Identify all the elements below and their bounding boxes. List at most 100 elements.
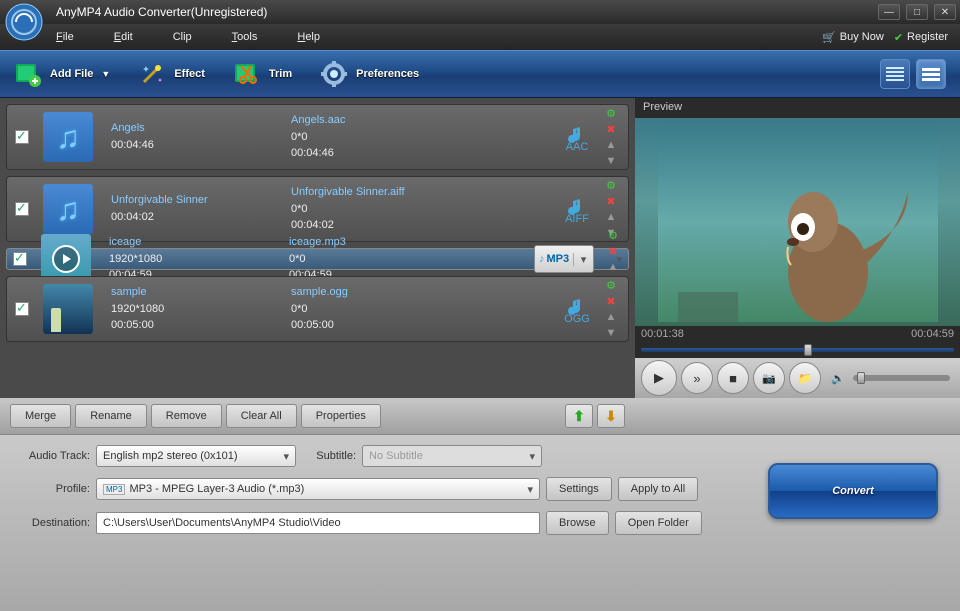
volume-slider[interactable] [853, 375, 950, 381]
row-checkbox[interactable] [15, 302, 29, 316]
buy-now-link[interactable]: 🛒 Buy Now [822, 31, 884, 44]
preferences-button[interactable]: Preferences [320, 60, 419, 88]
rename-button[interactable]: Rename [75, 404, 147, 428]
preview-pane: Preview 00:01:38 00:04:59 [635, 98, 960, 398]
audio-track-select[interactable]: English mp2 stereo (0x101) [96, 445, 296, 467]
trim-button[interactable]: Trim [233, 60, 292, 88]
play-overlay-icon [52, 245, 80, 273]
output-name: iceage.mp3 [289, 235, 469, 250]
play-button[interactable]: ▶ [641, 360, 677, 396]
file-duration: 00:05:00 [111, 318, 291, 333]
dropdown-caret-icon: ▼ [101, 69, 110, 79]
file-list: ♫ Angels 00:04:46 Angels.aac 0*0 00:04:4… [0, 98, 635, 398]
preview-controls: ▶ » ■ 📷 📁 🔈 [635, 358, 960, 398]
fast-forward-button[interactable]: » [681, 362, 713, 394]
row-up-icon[interactable]: ▲ [604, 210, 618, 224]
row-checkbox[interactable] [15, 130, 29, 144]
menu-clip[interactable]: Clip [173, 31, 192, 43]
merge-button[interactable]: Merge [10, 404, 71, 428]
output-dim: 0*0 [291, 130, 471, 145]
row-checkbox[interactable] [15, 202, 29, 216]
audio-thumb: ♫ [43, 184, 93, 234]
clear-all-button[interactable]: Clear All [226, 404, 297, 428]
browse-button[interactable]: Browse [546, 511, 609, 535]
snapshot-button[interactable]: 📷 [753, 362, 785, 394]
profile-mp3-icon: ♪MP3 [535, 253, 573, 265]
row-down-icon[interactable]: ▼ [604, 326, 618, 340]
time-total: 00:04:59 [911, 328, 954, 340]
list-view-button[interactable] [880, 59, 910, 89]
detail-view-icon [922, 67, 940, 81]
row-up-icon[interactable]: ▲ [606, 260, 620, 274]
open-folder-button[interactable]: Open Folder [615, 511, 702, 535]
profile-dropdown[interactable]: ♪MP3 ▾ [534, 245, 594, 273]
effect-button[interactable]: Effect [138, 60, 205, 88]
snapshot-folder-button[interactable]: 📁 [789, 362, 821, 394]
file-meta: Unforgivable Sinner 00:04:02 [111, 193, 291, 226]
row-settings-icon[interactable]: ⚙ [604, 106, 618, 120]
dropdown-caret-icon: ▾ [573, 253, 593, 266]
row-settings-icon[interactable]: ⚙ [604, 278, 618, 292]
row-settings-icon[interactable]: ⚙ [606, 228, 620, 242]
row-settings-icon[interactable]: ⚙ [604, 178, 618, 192]
output-name: Angels.aac [291, 113, 471, 128]
menu-help[interactable]: Help [297, 31, 320, 43]
output-meta: Unforgivable Sinner.aiff 0*0 00:04:02 [291, 185, 471, 233]
row-remove-icon[interactable]: ✖ [604, 122, 618, 136]
video-thumb[interactable] [43, 284, 93, 334]
add-file-button[interactable]: Add File ▼ [14, 60, 110, 88]
destination-input[interactable]: C:\Users\User\Documents\AnyMP4 Studio\Vi… [96, 512, 540, 534]
file-row[interactable]: ♫ Angels 00:04:46 Angels.aac 0*0 00:04:4… [6, 104, 629, 170]
minimize-button[interactable]: — [878, 4, 900, 20]
row-down-icon[interactable]: ▼ [604, 154, 618, 168]
row-remove-icon[interactable]: ✖ [606, 244, 620, 258]
close-button[interactable]: ✕ [934, 4, 956, 20]
svg-text:AAC: AAC [566, 141, 589, 151]
move-up-button[interactable]: ⬆ [565, 404, 593, 428]
format-icon: OGG [562, 295, 592, 323]
volume-handle[interactable] [857, 372, 865, 384]
output-duration: 00:05:00 [291, 318, 471, 333]
detail-view-button[interactable] [916, 59, 946, 89]
output-meta: sample.ogg 0*0 00:05:00 [291, 285, 471, 333]
seek-handle[interactable] [804, 344, 812, 356]
main-content: ♫ Angels 00:04:46 Angels.aac 0*0 00:04:4… [0, 98, 960, 398]
preview-seek-slider[interactable] [641, 344, 954, 356]
row-remove-icon[interactable]: ✖ [604, 194, 618, 208]
music-note-icon: ♫ [56, 191, 80, 228]
convert-button[interactable]: Convert [768, 463, 938, 519]
row-checkbox[interactable] [13, 252, 27, 266]
camera-icon: 📷 [762, 372, 776, 385]
check-icon: ✔ [894, 31, 903, 44]
audio-track-label: Audio Track: [12, 450, 90, 462]
subtitle-select[interactable]: No Subtitle [362, 445, 542, 467]
menu-tools[interactable]: Tools [232, 31, 258, 43]
row-remove-icon[interactable]: ✖ [604, 294, 618, 308]
output-name: Unforgivable Sinner.aiff [291, 185, 471, 200]
file-name: iceage [109, 235, 289, 250]
register-link[interactable]: ✔ Register [894, 31, 948, 44]
stop-button[interactable]: ■ [717, 362, 749, 394]
row-up-icon[interactable]: ▲ [604, 138, 618, 152]
menu-edit[interactable]: Edit [114, 31, 133, 43]
file-row[interactable]: sample 1920*1080 00:05:00 sample.ogg 0*0… [6, 276, 629, 342]
preview-image [658, 122, 938, 322]
maximize-button[interactable]: □ [906, 4, 928, 20]
apply-to-all-button[interactable]: Apply to All [618, 477, 698, 501]
menu-file[interactable]: File [56, 31, 74, 43]
row-controls: ⚙ ✖ ▲ ▼ [602, 278, 620, 340]
properties-button[interactable]: Properties [301, 404, 381, 428]
file-row[interactable]: ♫ Unforgivable Sinner 00:04:02 Unforgiva… [6, 176, 629, 242]
row-up-icon[interactable]: ▲ [604, 310, 618, 324]
remove-button[interactable]: Remove [151, 404, 222, 428]
preview-times: 00:01:38 00:04:59 [635, 326, 960, 342]
file-row[interactable]: iceage 1920*1080 00:04:59 iceage.mp3 0*0… [6, 248, 629, 270]
mp3-badge-icon: MP3 [103, 484, 125, 495]
move-down-button[interactable]: ⬇ [597, 404, 625, 428]
cart-icon: 🛒 [822, 31, 836, 44]
preview-screen [635, 118, 960, 326]
profile-select[interactable]: MP3 MP3 - MPEG Layer-3 Audio (*.mp3) [96, 478, 540, 500]
file-duration: 00:04:46 [111, 138, 291, 153]
profile-settings-button[interactable]: Settings [546, 477, 612, 501]
output-dim: 0*0 [291, 302, 471, 317]
